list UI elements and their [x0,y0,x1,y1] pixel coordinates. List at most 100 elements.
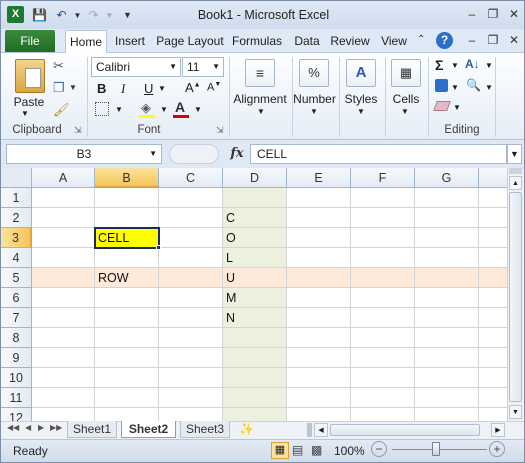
cell-d4[interactable]: L [226,251,233,265]
scroll-down-icon[interactable]: ▼ [509,405,522,419]
sort-filter-icon[interactable]: A↓ [465,57,480,71]
fill-color-icon[interactable]: ◈ [141,100,151,116]
name-box[interactable]: B3 ▼ [6,144,162,164]
fill-dropdown-icon[interactable]: ▼ [451,83,459,92]
page-layout-view-icon[interactable]: ▤ [292,443,303,457]
split-box[interactable] [509,168,522,174]
name-box-dropdown-icon[interactable]: ▼ [149,145,157,163]
help-icon[interactable]: ? [436,32,453,49]
row-header-12[interactable]: 12 [1,408,32,421]
styles-icon[interactable]: A [346,59,376,87]
styles-dropdown-icon[interactable]: ▼ [357,107,365,116]
zoom-out-icon[interactable]: − [371,441,387,457]
row-header-10[interactable]: 10 [1,368,32,388]
borders-icon[interactable] [95,102,109,116]
styles-button[interactable]: Styles [339,92,383,106]
number-format-icon[interactable]: % [299,59,329,87]
workbook-restore-icon[interactable]: ❐ [482,32,504,48]
active-cell-b3[interactable]: CELL [94,227,160,249]
column-header-a[interactable]: A [32,168,95,188]
tab-review[interactable]: Review [328,30,372,53]
sheet-tab-sheet2[interactable]: Sheet2 [121,421,176,438]
column-header-f[interactable]: F [351,168,415,188]
cell-d3[interactable]: O [226,231,236,245]
clipboard-launcher-icon[interactable]: ⇲ [74,125,82,136]
bold-icon[interactable]: B [97,81,106,96]
fill-icon[interactable] [435,79,448,92]
row-header-6[interactable]: 6 [1,288,32,308]
cell-d2[interactable]: C [226,211,235,225]
autosum-icon[interactable]: Σ [435,57,443,73]
tab-split-handle[interactable] [307,423,312,437]
row-header-9[interactable]: 9 [1,348,32,368]
sort-filter-dropdown-icon[interactable]: ▼ [485,61,493,70]
insert-sheet-icon[interactable]: ✨ [239,422,254,436]
zoom-level[interactable]: 100% [334,444,365,458]
column-header-e[interactable]: E [287,168,351,188]
expand-formula-bar-icon[interactable]: ▼ [507,144,522,164]
font-launcher-icon[interactable]: ⇲ [216,125,224,136]
cell-d7[interactable]: N [226,311,235,325]
grow-font-icon[interactable]: A▲ [185,80,201,95]
page-break-view-icon[interactable]: ▩ [311,443,322,457]
tab-home[interactable]: Home [65,30,107,53]
row-header-1[interactable]: 1 [1,188,32,208]
cells-dropdown-icon[interactable]: ▼ [401,107,409,116]
close-icon[interactable]: ✕ [503,6,524,22]
font-color-icon[interactable]: A [175,99,185,115]
vertical-scroll-thumb[interactable] [509,192,522,402]
row-header-8[interactable]: 8 [1,328,32,348]
format-painter-icon[interactable]: 🖌 [53,102,70,118]
font-color-dropdown-icon[interactable]: ▼ [194,105,202,114]
alignment-dropdown-icon[interactable]: ▼ [257,107,265,116]
restore-icon[interactable]: ❐ [482,6,504,22]
underline-dropdown-icon[interactable]: ▼ [158,84,166,93]
copy-dropdown-icon[interactable]: ▼ [69,83,77,92]
zoom-in-icon[interactable]: + [489,441,505,457]
shrink-font-icon[interactable]: A▼ [207,81,221,94]
workbook-minimize-icon[interactable]: – [461,32,483,48]
column-header-b[interactable]: B [95,168,159,188]
copy-icon[interactable]: ❐ [53,80,65,96]
find-select-icon[interactable]: 🔍 [466,78,481,92]
horizontal-scroll-thumb[interactable] [330,424,480,436]
minimize-icon[interactable]: – [461,6,483,22]
workbook-close-icon[interactable]: ✕ [503,32,524,48]
tab-formulas[interactable]: Formulas [229,30,285,53]
column-header-d[interactable]: D [223,168,287,188]
scroll-right-icon[interactable]: ▶ [491,423,505,437]
tab-view[interactable]: View [377,30,411,53]
formula-input[interactable]: CELL [250,144,507,164]
select-all-button[interactable] [1,168,32,188]
font-size-dropdown-icon[interactable]: ▼ [212,58,220,76]
row-header-2[interactable]: 2 [1,208,32,228]
normal-view-icon[interactable]: ▦ [271,442,289,459]
insert-function-icon[interactable]: fx [227,144,247,164]
paste-icon[interactable] [15,59,45,93]
worksheet-grid[interactable]: A B C D E F G 1 2 3 4 5 6 7 8 9 10 11 12… [1,168,507,421]
sheet-tab-sheet3[interactable]: Sheet3 [180,421,230,438]
column-header-g[interactable]: G [415,168,479,188]
tab-data[interactable]: Data [290,30,324,53]
row-header-11[interactable]: 11 [1,388,32,408]
tab-page-layout[interactable]: Page Layout [153,30,227,53]
cell-b5[interactable]: ROW [98,271,129,285]
cell-d6[interactable]: M [226,291,236,305]
fill-handle[interactable] [156,245,161,250]
font-name-combo[interactable]: Calibri ▼ [91,57,181,77]
tab-file[interactable]: File [5,30,55,52]
number-button[interactable]: Number [292,92,337,106]
column-header-c[interactable]: C [159,168,223,188]
scroll-up-icon[interactable]: ▲ [509,176,522,190]
zoom-slider-thumb[interactable] [432,442,440,456]
last-sheet-icon[interactable]: ▶▶ [50,423,62,432]
paste-button[interactable]: Paste [9,95,49,109]
underline-icon[interactable]: U [144,81,153,96]
row-header-5[interactable]: 5 [1,268,32,288]
alignment-button[interactable]: Alignment [231,92,289,106]
next-sheet-icon[interactable]: ▶ [38,423,44,432]
first-sheet-icon[interactable]: ◀◀ [7,423,19,432]
cell-d5[interactable]: U [226,271,235,285]
cut-icon[interactable]: ✂ [53,58,64,74]
autosum-dropdown-icon[interactable]: ▼ [451,61,459,70]
